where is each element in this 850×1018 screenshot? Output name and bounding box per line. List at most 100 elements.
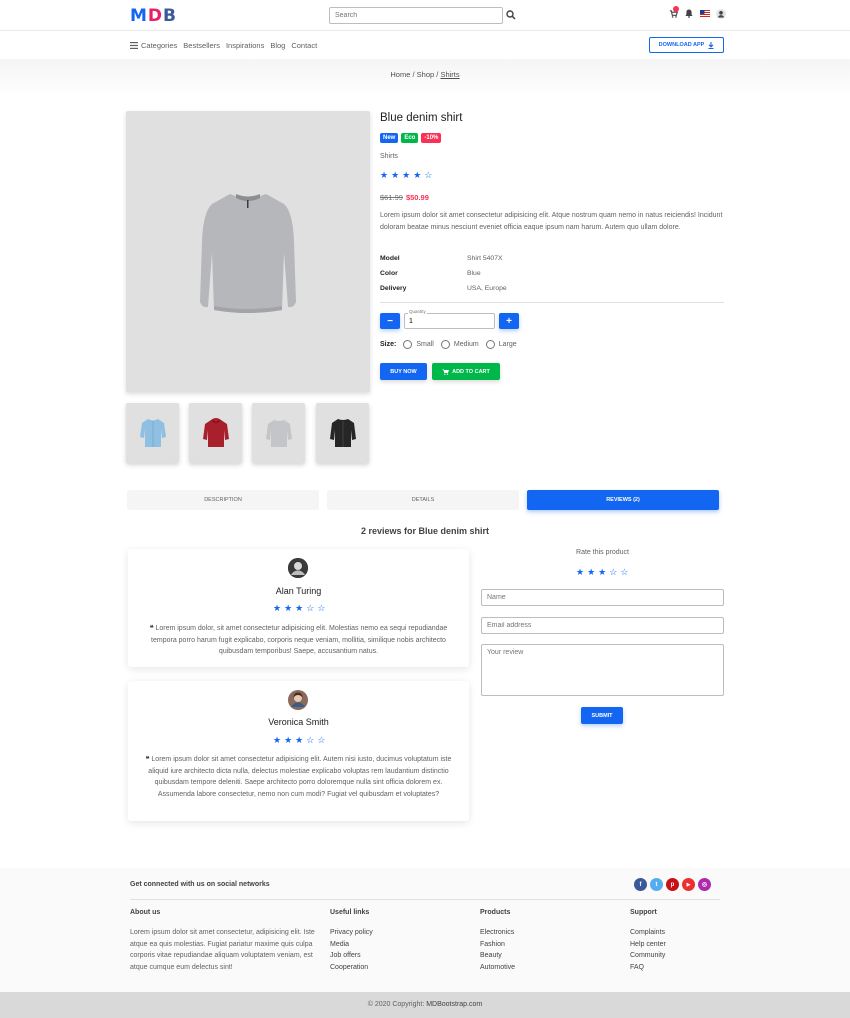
footer-link[interactable]: Beauty — [480, 950, 515, 962]
review-email-input[interactable] — [481, 617, 724, 634]
submit-review-button[interactable]: Submit — [581, 707, 623, 724]
star-empty-icon: ☆ — [424, 170, 433, 180]
star-filled-icon: ★ — [413, 170, 422, 180]
star-empty-icon[interactable]: ☆ — [609, 568, 617, 577]
flag-icon[interactable] — [700, 8, 710, 19]
rate-product-label: Rate this product — [576, 549, 629, 556]
product-badges: New Eco -10% — [380, 133, 442, 143]
footer-link[interactable]: Complaints — [630, 927, 666, 939]
star-empty-icon[interactable]: ☆ — [620, 568, 628, 577]
quantity-input[interactable] — [404, 313, 495, 329]
review-textarea[interactable] — [481, 644, 724, 696]
download-app-button[interactable]: Download app — [649, 37, 724, 53]
footer-link[interactable]: Cooperation — [330, 962, 373, 974]
size-option-medium[interactable]: Medium — [440, 340, 479, 349]
search-input[interactable] — [329, 7, 503, 24]
facebook-icon[interactable]: f — [634, 878, 647, 891]
breadcrumb-shop[interactable]: Shop — [417, 70, 435, 79]
mdb-logo[interactable]: MDB — [130, 6, 177, 26]
breadcrumb-current[interactable]: Shirts — [440, 70, 459, 79]
footer-link[interactable]: FAQ — [630, 962, 666, 974]
tab-description[interactable]: Description — [127, 490, 319, 510]
radio-icon — [485, 340, 495, 349]
size-selector: Size: Small Medium Large — [380, 340, 517, 349]
bell-icon[interactable] — [684, 8, 694, 19]
social-heading: Get connected with us on social networks — [130, 881, 270, 888]
footer-divider — [130, 899, 720, 900]
buy-now-button[interactable]: Buy now — [380, 363, 427, 380]
divider — [380, 302, 724, 303]
quote-icon: ❝ — [149, 625, 154, 632]
nav-links: Categories Bestsellers Inspirations Blog… — [130, 41, 317, 50]
youtube-icon[interactable]: ▶ — [682, 878, 695, 891]
pinterest-icon[interactable]: p — [666, 878, 679, 891]
copyright-bar: © 2020 Copyright: MDBootstrap.com — [0, 992, 850, 1018]
cart-icon[interactable] — [668, 6, 679, 19]
review-name-input[interactable] — [481, 589, 724, 606]
footer-about-title: About us — [130, 909, 161, 916]
star-filled-icon[interactable]: ★ — [598, 568, 606, 577]
quantity-plus-button[interactable]: + — [499, 313, 519, 329]
nav-link-contact[interactable]: Contact — [291, 41, 317, 50]
avatar — [288, 690, 308, 710]
copyright-link[interactable]: MDBootstrap.com — [426, 1001, 482, 1008]
review-card: Alan Turing ★ ★ ★ ☆ ☆ ❝ Lorem ipsum dolor, si… — [128, 549, 469, 667]
star-filled-icon[interactable]: ★ — [587, 568, 595, 577]
rate-product-stars[interactable]: ★ ★ ★ ☆ ☆ — [576, 568, 628, 577]
jacket-thumb-icon — [329, 419, 356, 447]
breadcrumb: Home / Shop / Shirts — [390, 70, 460, 79]
review-rating-stars: ★ ★ ★ ☆ ☆ — [273, 604, 325, 613]
footer-link[interactable]: Media — [330, 939, 373, 951]
top-icon-bar — [668, 6, 726, 19]
star-empty-icon: ☆ — [317, 603, 326, 613]
nav-link-bestsellers[interactable]: Bestsellers — [183, 41, 220, 50]
size-option-large[interactable]: Large — [485, 340, 517, 349]
tab-details[interactable]: Details — [327, 490, 519, 510]
product-description: Lorem ipsum dolor sit amet consectetur a… — [380, 212, 723, 231]
user-icon[interactable] — [716, 8, 726, 19]
footer-link[interactable]: Fashion — [480, 939, 515, 951]
spec-label-delivery: Delivery — [380, 285, 407, 292]
breadcrumb-home[interactable]: Home — [390, 70, 410, 79]
footer-link[interactable]: Automotive — [480, 962, 515, 974]
star-empty-icon: ☆ — [306, 735, 315, 745]
search-icon[interactable] — [506, 10, 517, 21]
badge-new: New — [380, 133, 399, 143]
star-filled-icon: ★ — [402, 170, 411, 180]
review-text: ❝ Lorem ipsum dolor sit amet consectetur … — [145, 756, 452, 798]
twitter-icon[interactable]: t — [650, 878, 663, 891]
footer-link[interactable]: Job offers — [330, 950, 373, 962]
spec-label-model: Model — [380, 255, 400, 262]
spec-value-model: Shirt 5407X — [467, 255, 503, 262]
cart-count-badge — [673, 6, 679, 12]
nav-link-inspirations[interactable]: Inspirations — [226, 41, 264, 50]
sweatshirt-image — [200, 193, 296, 313]
nav-link-blog[interactable]: Blog — [270, 41, 285, 50]
quantity-minus-button[interactable]: − — [380, 313, 400, 329]
tab-reviews[interactable]: Reviews (2) — [527, 490, 719, 510]
review-text: ❝ Lorem ipsum dolor, sit amet consectetur… — [149, 625, 448, 655]
size-option-small[interactable]: Small — [403, 340, 434, 349]
thumbnail-blue-shirt[interactable] — [126, 403, 179, 463]
product-main-image[interactable] — [126, 111, 370, 392]
thumbnail-red-hoodie[interactable] — [189, 403, 242, 463]
star-filled-icon: ★ — [391, 170, 400, 180]
star-filled-icon[interactable]: ★ — [576, 568, 584, 577]
add-to-cart-button[interactable]: Add to cart — [432, 363, 500, 380]
sweatshirt-thumb-icon — [265, 420, 292, 447]
footer-link[interactable]: Privacy policy — [330, 927, 373, 939]
categories-menu[interactable]: Categories — [130, 41, 177, 50]
footer-link[interactable]: Community — [630, 950, 666, 962]
footer-link[interactable]: Help center — [630, 939, 666, 951]
thumbnail-gray-sweatshirt[interactable] — [252, 403, 305, 463]
footer-useful-links: Privacy policy Media Job offers Cooperat… — [330, 927, 373, 974]
thumbnail-black-jacket[interactable] — [316, 403, 369, 463]
product-rating-stars: ★ ★ ★ ★ ☆ — [380, 171, 432, 180]
review-card: Veronica Smith ★ ★ ★ ☆ ☆ ❝ Lorem ipsum dolor … — [128, 681, 469, 821]
star-filled-icon: ★ — [273, 735, 282, 745]
star-empty-icon: ☆ — [306, 603, 315, 613]
instagram-icon[interactable]: ◎ — [698, 878, 711, 891]
radio-icon — [403, 340, 413, 349]
product-category: Shirts — [380, 153, 398, 160]
footer-link[interactable]: Electronics — [480, 927, 515, 939]
